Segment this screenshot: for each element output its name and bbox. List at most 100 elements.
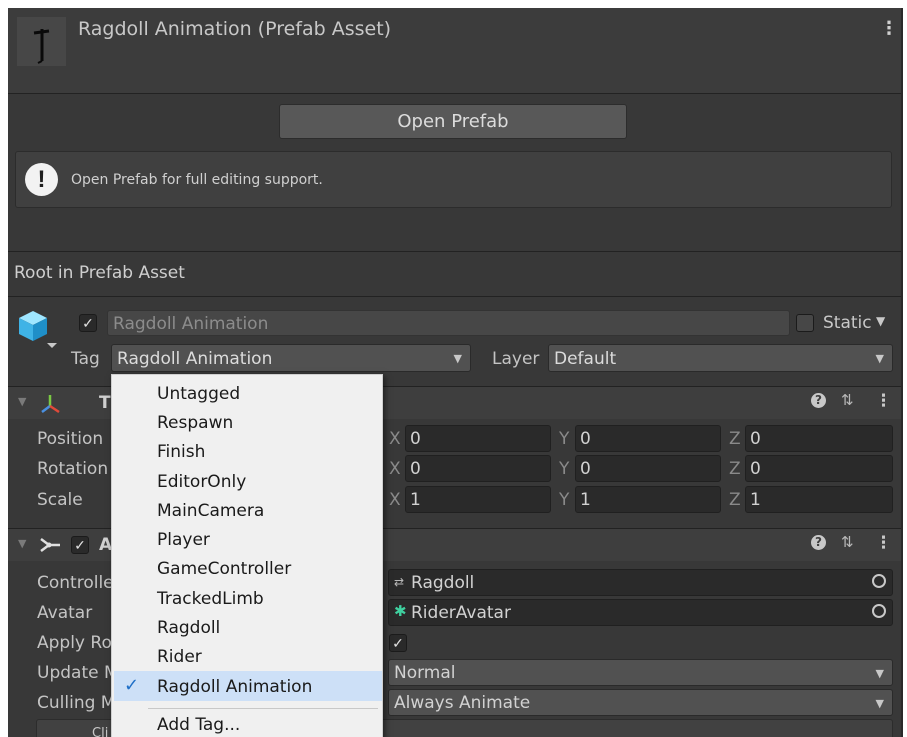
foldout-arrow-icon[interactable]: ▼ bbox=[18, 537, 26, 550]
gameobject-active-checkbox[interactable]: ✓ bbox=[79, 314, 97, 332]
header-menu-icon[interactable]: ⋮ bbox=[880, 18, 898, 39]
ragdoll-figure-icon bbox=[33, 29, 50, 64]
scale-z-value: 1 bbox=[750, 490, 761, 510]
avatar-object-field[interactable]: ✱ RiderAvatar bbox=[388, 599, 893, 626]
scale-y-value: 1 bbox=[580, 490, 591, 510]
axis-z-label[interactable]: Z bbox=[729, 459, 741, 479]
controller-value: Ragdoll bbox=[411, 573, 475, 593]
transform-title: T bbox=[99, 393, 111, 413]
menu-item-editoronly[interactable]: EditorOnly bbox=[157, 472, 246, 492]
help-icon[interactable]: ? bbox=[811, 535, 826, 550]
presets-icon[interactable]: ⇅ bbox=[841, 533, 854, 551]
rotation-y-field[interactable]: 0 bbox=[575, 455, 721, 482]
avatar-label: Avatar bbox=[37, 603, 93, 623]
controller-label: Controlle bbox=[37, 573, 114, 593]
static-checkbox[interactable] bbox=[796, 314, 814, 332]
rotation-x-value: 0 bbox=[410, 459, 421, 479]
update-mode-value: Normal bbox=[394, 663, 456, 683]
clip-info-text: Cli bbox=[92, 726, 109, 737]
cube-icon bbox=[19, 311, 57, 348]
axis-y-label[interactable]: Y bbox=[559, 490, 569, 510]
menu-item-player[interactable]: Player bbox=[157, 530, 210, 550]
scale-y-field[interactable]: 1 bbox=[575, 486, 721, 513]
help-icon[interactable]: ? bbox=[811, 393, 826, 408]
rotation-z-value: 0 bbox=[750, 459, 761, 479]
rotation-z-field[interactable]: 0 bbox=[745, 455, 893, 482]
component-menu-icon[interactable]: ⋮ bbox=[875, 533, 892, 553]
prefab-thumbnail bbox=[17, 17, 66, 66]
foldout-arrow-icon[interactable]: ▼ bbox=[18, 395, 26, 408]
layer-dropdown-value: Default bbox=[554, 349, 617, 369]
controller-object-field[interactable]: ⇄ Ragdoll bbox=[388, 569, 893, 596]
culling-mode-label: Culling M bbox=[37, 693, 116, 713]
info-message: Open Prefab for full editing support. bbox=[71, 172, 323, 188]
position-z-value: 0 bbox=[750, 429, 761, 449]
axis-x-label[interactable]: X bbox=[389, 490, 401, 510]
position-label: Position bbox=[37, 429, 104, 449]
gameobject-name-value: Ragdoll Animation bbox=[113, 314, 269, 334]
axis-x-label[interactable]: X bbox=[389, 459, 401, 479]
tag-dropdown-menu: Untagged Respawn Finish EditorOnly MainC… bbox=[111, 374, 383, 737]
apply-root-motion-checkbox[interactable]: ✓ bbox=[389, 634, 407, 652]
scale-label: Scale bbox=[37, 490, 83, 510]
avatar-figure-icon: ✱ bbox=[394, 602, 407, 620]
axis-x-label[interactable]: X bbox=[389, 429, 401, 449]
checkmark-icon: ✓ bbox=[124, 675, 140, 696]
gameobject-icon bbox=[17, 309, 57, 349]
chevron-down-icon: ▼ bbox=[875, 697, 884, 710]
chevron-down-icon: ▼ bbox=[875, 352, 884, 365]
menu-item-trackedlimb[interactable]: TrackedLimb bbox=[157, 589, 264, 609]
menu-item-add-tag[interactable]: Add Tag... bbox=[157, 715, 240, 735]
position-x-field[interactable]: 0 bbox=[405, 425, 551, 452]
scale-x-field[interactable]: 1 bbox=[405, 486, 551, 513]
presets-icon[interactable]: ⇅ bbox=[841, 391, 854, 409]
chevron-down-icon: ▼ bbox=[875, 667, 884, 680]
position-y-value: 0 bbox=[580, 429, 591, 449]
tag-dropdown[interactable]: Ragdoll Animation ▼ bbox=[111, 344, 471, 372]
menu-divider bbox=[148, 708, 378, 709]
rotation-y-value: 0 bbox=[580, 459, 591, 479]
inspector-panel: Ragdoll Animation (Prefab Asset) ⋮ Open … bbox=[8, 8, 903, 737]
gameobject-name-field[interactable]: Ragdoll Animation bbox=[107, 310, 790, 336]
apply-root-motion-label: Apply Ro bbox=[37, 633, 112, 653]
warning-icon: ! bbox=[25, 163, 58, 196]
asset-title: Ragdoll Animation (Prefab Asset) bbox=[78, 18, 392, 40]
animator-enabled-checkbox[interactable]: ✓ bbox=[71, 536, 89, 554]
transform-axes-icon bbox=[41, 395, 60, 414]
menu-item-untagged[interactable]: Untagged bbox=[157, 384, 240, 404]
component-menu-icon[interactable]: ⋮ bbox=[875, 391, 892, 411]
culling-mode-dropdown[interactable]: Always Animate ▼ bbox=[388, 689, 893, 716]
menu-item-finish[interactable]: Finish bbox=[157, 442, 205, 462]
axis-z-label[interactable]: Z bbox=[729, 490, 741, 510]
object-picker-icon[interactable] bbox=[872, 604, 886, 618]
tag-dropdown-value: Ragdoll Animation bbox=[117, 349, 273, 369]
menu-item-respawn[interactable]: Respawn bbox=[157, 413, 233, 433]
static-label[interactable]: Static bbox=[823, 313, 872, 333]
menu-item-ragdoll[interactable]: Ragdoll bbox=[157, 618, 220, 638]
object-picker-icon[interactable] bbox=[872, 574, 886, 588]
header-bar: Ragdoll Animation (Prefab Asset) ⋮ bbox=[8, 8, 903, 93]
scale-z-field[interactable]: 1 bbox=[745, 486, 893, 513]
scale-x-value: 1 bbox=[410, 490, 421, 510]
animator-controller-icon: ⇄ bbox=[394, 575, 405, 589]
tag-label: Tag bbox=[71, 349, 100, 369]
section-title: Root in Prefab Asset bbox=[14, 263, 185, 283]
layer-dropdown[interactable]: Default ▼ bbox=[548, 344, 893, 372]
info-helpbox: ! Open Prefab for full editing support. bbox=[15, 151, 892, 208]
position-z-field[interactable]: 0 bbox=[745, 425, 893, 452]
axis-y-label[interactable]: Y bbox=[559, 429, 569, 449]
avatar-value: RiderAvatar bbox=[411, 603, 511, 623]
menu-item-gamecontroller[interactable]: GameController bbox=[157, 559, 291, 579]
update-mode-label: Update M bbox=[37, 663, 119, 683]
position-y-field[interactable]: 0 bbox=[575, 425, 721, 452]
rotation-x-field[interactable]: 0 bbox=[405, 455, 551, 482]
menu-item-rider[interactable]: Rider bbox=[157, 647, 202, 667]
update-mode-dropdown[interactable]: Normal ▼ bbox=[388, 659, 893, 686]
menu-item-maincamera[interactable]: MainCamera bbox=[157, 501, 264, 521]
open-prefab-button[interactable]: Open Prefab bbox=[279, 104, 627, 139]
static-dropdown-arrow-icon[interactable]: ▼ bbox=[876, 314, 885, 328]
axis-y-label[interactable]: Y bbox=[559, 459, 569, 479]
scrollbar[interactable] bbox=[901, 8, 903, 737]
axis-z-label[interactable]: Z bbox=[729, 429, 741, 449]
menu-item-ragdoll-animation[interactable]: Ragdoll Animation bbox=[157, 677, 312, 697]
